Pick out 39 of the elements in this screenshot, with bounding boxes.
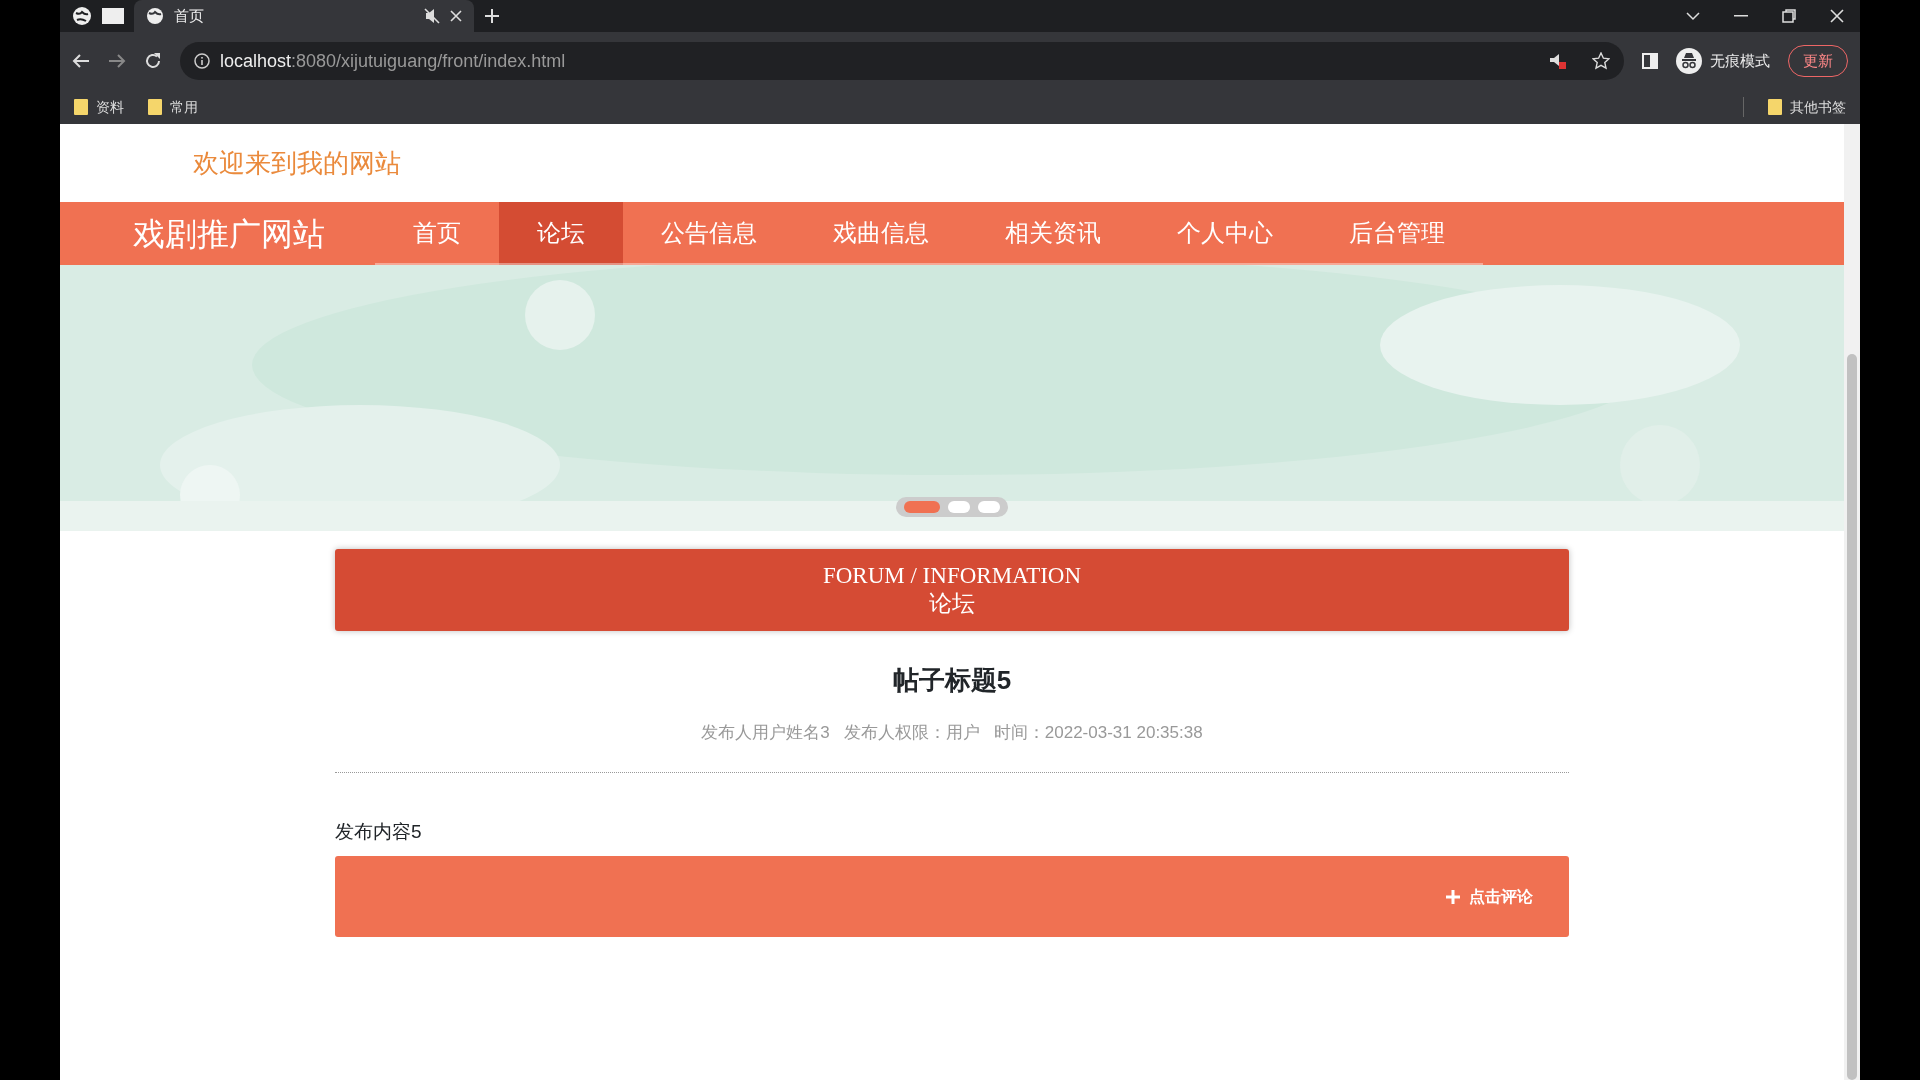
info-icon[interactable] <box>194 53 210 69</box>
chevron-down-icon[interactable] <box>1686 11 1700 21</box>
forward-icon[interactable] <box>108 53 126 69</box>
site-brand[interactable]: 戏剧推广网站 <box>133 209 325 258</box>
post-time: 时间：2022-03-31 20:35:38 <box>993 722 1203 744</box>
welcome-text: 欢迎来到我的网站 <box>193 146 401 180</box>
speaker-muted-icon[interactable] <box>1548 52 1566 70</box>
folder-icon <box>1768 99 1782 115</box>
speaker-muted-icon[interactable] <box>424 8 440 24</box>
post-author: 发布人用户姓名3 <box>701 722 830 744</box>
bookmark-link[interactable]: 其他书签 <box>1790 96 1846 118</box>
globe-icon[interactable] <box>72 6 92 26</box>
plus-icon <box>1445 888 1461 905</box>
post-title: 帖子标题5 <box>892 665 1012 695</box>
restore-icon[interactable] <box>1782 9 1796 23</box>
back-icon[interactable] <box>72 53 90 69</box>
folder-icon <box>74 99 88 115</box>
side-panel-icon[interactable] <box>1642 53 1658 69</box>
new-tab-icon[interactable] <box>484 8 500 24</box>
incognito-label: 无痕模式 <box>1710 50 1770 71</box>
bookmark-link[interactable]: 常用 <box>170 96 198 118</box>
globe-icon <box>146 7 164 25</box>
star-icon[interactable] <box>1592 52 1610 70</box>
minimize-icon[interactable] <box>1734 15 1748 17</box>
section-title-en: FORUM / INFORMATION <box>821 562 1083 590</box>
comment-button[interactable]: 点击评论 <box>1439 883 1539 910</box>
close-tab-icon[interactable] <box>450 10 462 22</box>
section-title: 论坛 <box>928 590 976 618</box>
browser-tab[interactable]: 首页 <box>134 0 474 32</box>
incognito-icon[interactable] <box>1676 48 1702 74</box>
post-role: 发布人权限：用户 <box>843 722 980 744</box>
url-text[interactable]: localhost:8080/xijutuiguang/front/index.html <box>220 47 566 75</box>
reload-icon[interactable] <box>144 52 162 70</box>
folder-icon <box>148 99 162 115</box>
scrollbar-thumb[interactable] <box>1847 354 1857 1080</box>
bookmark-link[interactable]: 资料 <box>96 96 124 118</box>
nav-link[interactable]: 论坛 <box>499 202 623 265</box>
close-icon[interactable] <box>1830 9 1844 23</box>
post-content: 发布内容5 <box>335 820 422 842</box>
